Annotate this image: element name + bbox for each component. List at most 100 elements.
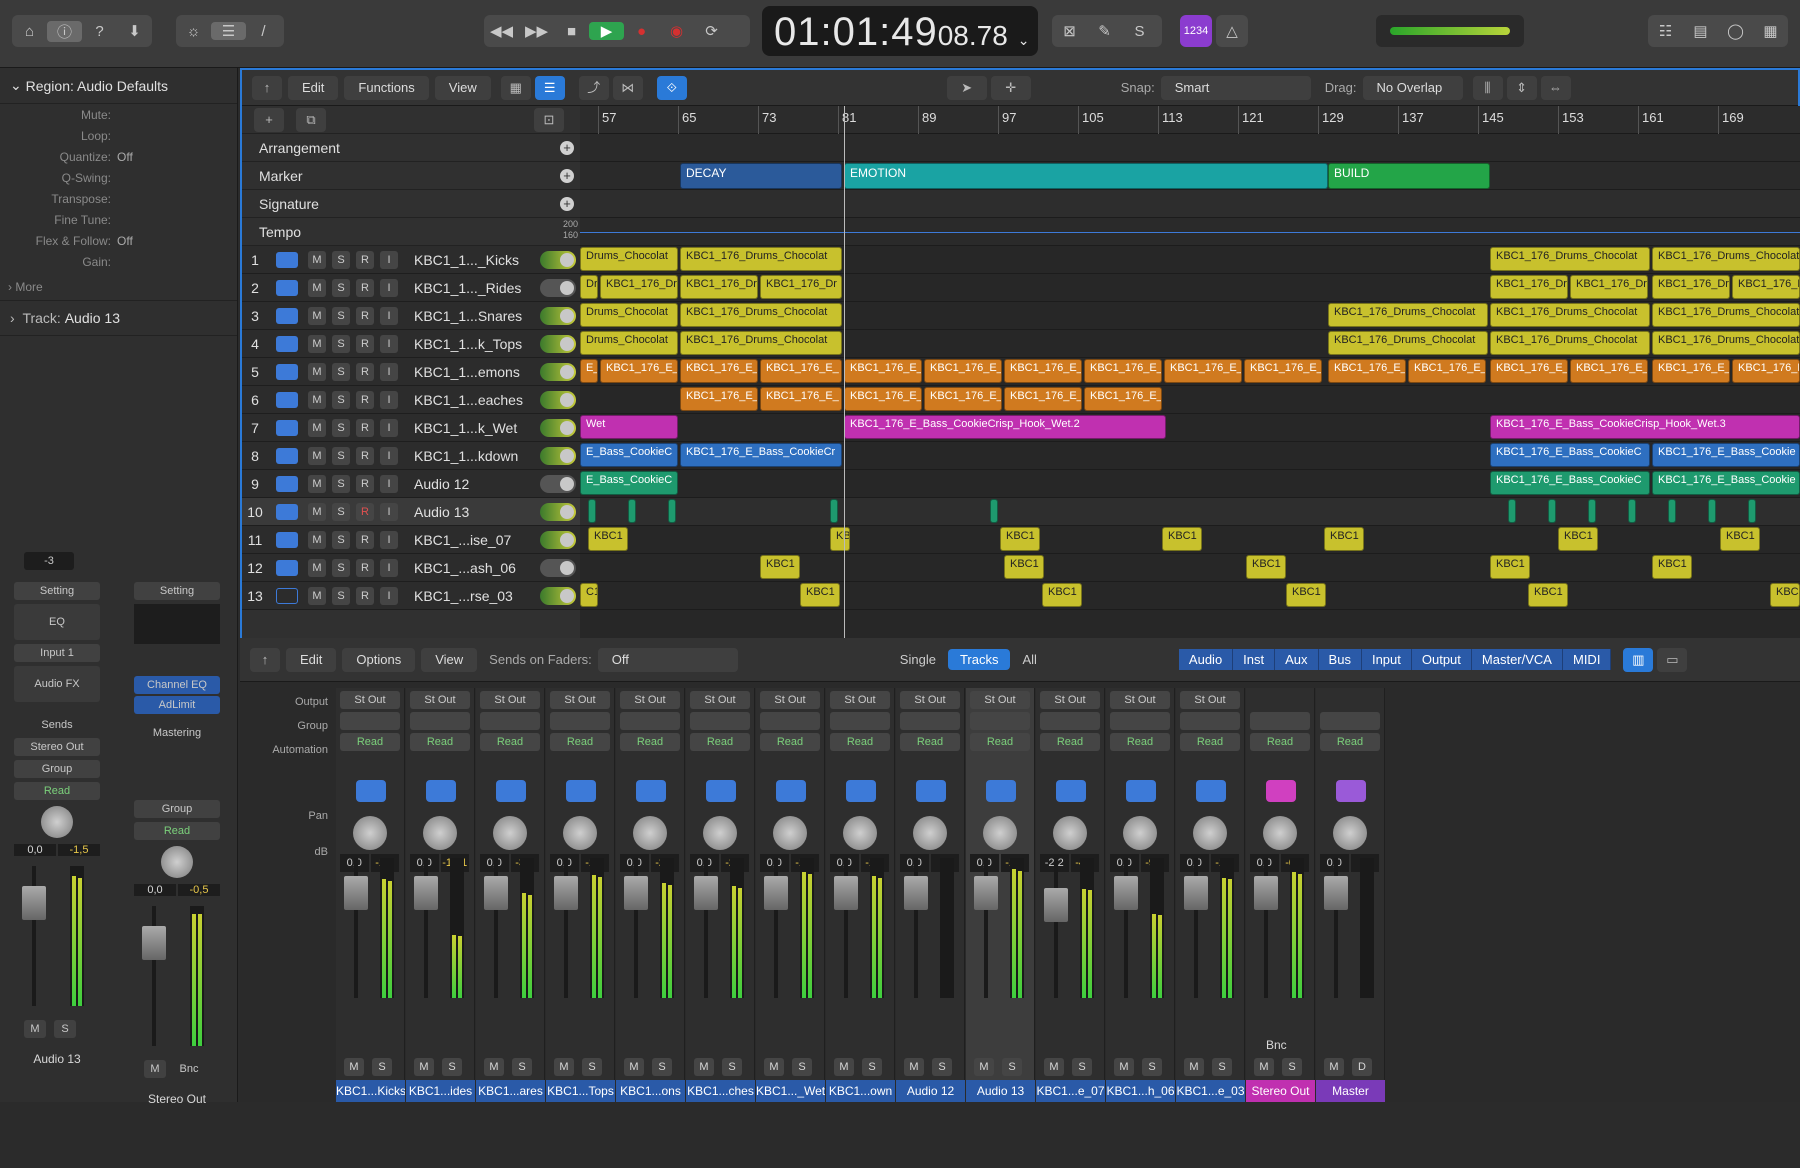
flex-icon[interactable]: ⋈ bbox=[612, 75, 643, 100]
audio-region[interactable]: KBC1 bbox=[1004, 555, 1044, 579]
playhead[interactable] bbox=[844, 106, 845, 638]
volume-fader[interactable] bbox=[764, 858, 788, 998]
audio-region[interactable]: KBC1_176_E_ bbox=[1652, 359, 1730, 383]
volume-fader[interactable] bbox=[1184, 858, 1208, 998]
track-on-toggle[interactable] bbox=[540, 474, 576, 493]
volume-fader[interactable] bbox=[834, 858, 858, 998]
audio-region[interactable]: KBC1_176_E_ bbox=[600, 359, 678, 383]
smart-controls-icon[interactable]: ☼ bbox=[176, 23, 211, 40]
pan-knob[interactable] bbox=[353, 816, 387, 850]
volume-fader[interactable] bbox=[974, 858, 998, 998]
fader-cap[interactable] bbox=[1184, 876, 1208, 910]
region-param-row[interactable]: Q-Swing: bbox=[0, 171, 237, 192]
audio-region[interactable]: KBC1_176_E_ bbox=[760, 387, 842, 411]
solo-button[interactable]: S bbox=[722, 1058, 742, 1076]
audio-region[interactable]: KBC1_176_E_ bbox=[1328, 359, 1406, 383]
audio-region[interactable] bbox=[1548, 499, 1556, 523]
solo-button[interactable]: S bbox=[332, 530, 350, 549]
mute-button[interactable]: M bbox=[974, 1058, 994, 1076]
audio-region[interactable]: C1 bbox=[580, 583, 598, 607]
audio-region[interactable]: KBC1_176_Dr bbox=[1732, 275, 1800, 299]
input-monitor-button[interactable]: I bbox=[380, 446, 398, 465]
mixer-options-menu[interactable]: Options bbox=[342, 647, 416, 672]
output-slot[interactable]: St Out bbox=[620, 691, 680, 709]
global-track-arrangement[interactable]: Arrangement + bbox=[242, 134, 580, 162]
master-volume-slider[interactable] bbox=[1376, 15, 1524, 47]
audio-region[interactable]: E_Bass_CookieC bbox=[580, 471, 678, 495]
volume-fader[interactable] bbox=[904, 858, 928, 998]
output-slot[interactable]: St Out bbox=[830, 691, 890, 709]
waveform-zoom-icon[interactable]: ⫼ bbox=[1472, 75, 1503, 100]
solo-button[interactable]: S bbox=[1212, 1058, 1232, 1076]
record-enable-button[interactable]: R bbox=[356, 474, 374, 493]
audio-region[interactable]: KBC1_176_Drums_Chocolat bbox=[1652, 331, 1800, 355]
audio-region[interactable]: Drums_Chocolat bbox=[580, 247, 678, 271]
fader-cap[interactable] bbox=[484, 876, 508, 910]
audio-region[interactable] bbox=[1508, 499, 1516, 523]
audio-region[interactable]: KBC1 bbox=[1162, 527, 1202, 551]
mute-button[interactable]: M bbox=[308, 418, 326, 437]
mute-button[interactable]: M bbox=[308, 250, 326, 269]
mute-button[interactable]: M bbox=[834, 1058, 854, 1076]
track-on-toggle[interactable] bbox=[540, 250, 576, 269]
volume-fader[interactable] bbox=[414, 858, 438, 998]
track-lane[interactable]: Drums_Chocolat KBC1_176_Drums_Chocolat KBC… bbox=[580, 246, 1800, 274]
fader-cap[interactable] bbox=[694, 876, 718, 910]
track-icon[interactable] bbox=[1266, 780, 1296, 802]
audio-region[interactable]: Drums_Chocolat bbox=[580, 303, 678, 327]
fader-cap[interactable] bbox=[344, 876, 368, 910]
arrangement-lane[interactable] bbox=[580, 134, 1800, 162]
pan-knob[interactable] bbox=[41, 806, 73, 838]
record-enable-button[interactable]: R bbox=[356, 530, 374, 549]
audio-region[interactable]: KBC1 bbox=[830, 527, 850, 551]
volume-fader[interactable] bbox=[694, 858, 718, 998]
track-lane[interactable]: C1 KBC1 KBC1 KBC1 KBC1 KBC1 bbox=[580, 582, 1800, 610]
add-track-icon[interactable]: + bbox=[254, 107, 284, 132]
output-slot[interactable]: St Out bbox=[760, 691, 820, 709]
output-button[interactable]: Stereo Out bbox=[14, 738, 100, 756]
automation-mode[interactable]: Read bbox=[340, 733, 400, 751]
audio-region[interactable]: KBC1_176_E_Bass_CookieCrisp_Hook_Wet.3 bbox=[1490, 415, 1800, 439]
mixer-icon[interactable]: ☰ bbox=[211, 22, 246, 40]
audio-region[interactable]: KBC1_176_E_Bass_CookieCrisp_Hook_Wet.2 bbox=[844, 415, 1166, 439]
record-enable-button[interactable]: R bbox=[356, 334, 374, 353]
audio-region[interactable]: KBC1_176_E_ bbox=[1408, 359, 1486, 383]
dim-button[interactable]: D bbox=[1352, 1058, 1372, 1076]
audio-region[interactable]: KBC1 bbox=[1246, 555, 1286, 579]
help-icon[interactable]: ? bbox=[82, 23, 117, 40]
audio-region[interactable]: Drums_Chocolat bbox=[580, 331, 678, 355]
setting-button[interactable]: Setting bbox=[134, 582, 220, 600]
filter-aux[interactable]: Aux bbox=[1275, 649, 1319, 670]
mode-single[interactable]: Single bbox=[888, 649, 948, 670]
volume-fader[interactable] bbox=[484, 858, 508, 998]
mode-tracks[interactable]: Tracks bbox=[947, 649, 1011, 670]
global-tracks-icon[interactable]: ⊡ bbox=[534, 107, 564, 132]
pan-knob[interactable] bbox=[913, 816, 947, 850]
region-param-row[interactable]: Flex & Follow: Off bbox=[0, 234, 237, 255]
input-monitor-button[interactable]: I bbox=[380, 530, 398, 549]
filter-master-vca[interactable]: Master/VCA bbox=[1471, 649, 1563, 670]
lcd-dropdown-icon[interactable]: ⌄ bbox=[1018, 32, 1030, 49]
solo-button[interactable]: S bbox=[54, 1020, 76, 1038]
edit-menu[interactable]: Edit bbox=[288, 75, 339, 100]
group-slot[interactable] bbox=[550, 712, 610, 730]
pan-knob[interactable] bbox=[633, 816, 667, 850]
pan-knob[interactable] bbox=[1193, 816, 1227, 850]
track-lane[interactable]: Dr KBC1_176_Dr KBC1_176_Dr KBC1_176_Dr KBC1_… bbox=[580, 274, 1800, 302]
audio-region[interactable]: KBC1 bbox=[1042, 583, 1082, 607]
output-slot[interactable]: St Out bbox=[410, 691, 470, 709]
audio-region[interactable]: KBC1 bbox=[760, 555, 800, 579]
pan-knob[interactable] bbox=[773, 816, 807, 850]
browser-icon[interactable]: ▦ bbox=[1753, 22, 1788, 40]
track-on-toggle[interactable] bbox=[540, 390, 576, 409]
filter-output[interactable]: Output bbox=[1411, 649, 1472, 670]
region-param-row[interactable]: Gain: bbox=[0, 255, 237, 276]
track-on-toggle[interactable] bbox=[540, 278, 576, 297]
automation-mode[interactable]: Read bbox=[1250, 733, 1310, 751]
automation-button[interactable]: Read bbox=[14, 782, 100, 800]
automation-mode[interactable]: Read bbox=[480, 733, 540, 751]
record-enable-button[interactable]: R bbox=[356, 278, 374, 297]
library-icon[interactable]: ⌂ bbox=[12, 23, 47, 40]
track-header[interactable]: 3 M S R I KBC1_1...Snares bbox=[242, 302, 580, 330]
audio-region[interactable]: KBC1_176_E_ bbox=[1084, 359, 1162, 383]
